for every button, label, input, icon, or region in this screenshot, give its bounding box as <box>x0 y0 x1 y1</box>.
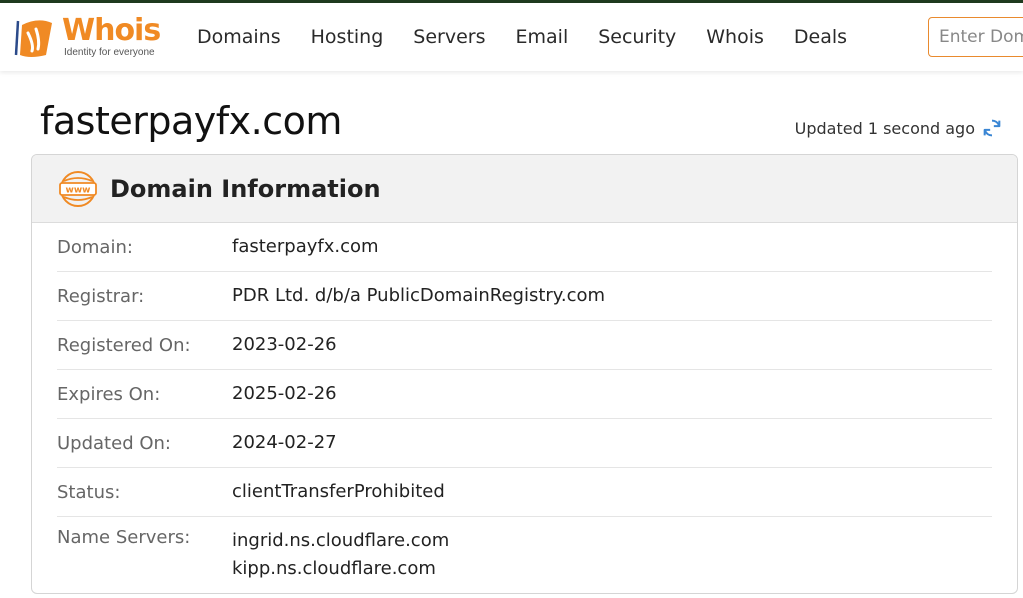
nav-item-deals[interactable]: Deals <box>794 26 847 48</box>
domain-search-input[interactable] <box>928 17 1023 57</box>
info-label: Registered On: <box>57 334 191 356</box>
logo-tagline: Identity for everyone <box>64 47 155 58</box>
page-title: fasterpayfx.com <box>40 99 342 143</box>
nav-item-domains[interactable]: Domains <box>197 26 281 48</box>
info-label: Updated On: <box>57 432 171 454</box>
main-nav: Domains Hosting Servers Email Security Whois D… <box>197 3 877 71</box>
www-globe-icon: www <box>59 170 97 207</box>
refresh-icon[interactable] <box>981 117 1003 139</box>
info-label: Status: <box>57 481 121 503</box>
info-value: PDR Ltd. d/b/a PublicDomainRegistry.com <box>232 285 606 306</box>
info-row: Registered On: 2023-02-26 <box>57 321 992 370</box>
info-value: 2025-02-26 <box>232 383 337 404</box>
card-title: Domain Information <box>110 174 381 203</box>
logo-wordmark: Whois <box>62 13 161 48</box>
info-row: Expires On: 2025-02-26 <box>57 370 992 419</box>
nav-item-hosting[interactable]: Hosting <box>311 26 384 48</box>
info-value: clientTransferProhibited <box>232 481 445 502</box>
nav-item-email[interactable]: Email <box>516 26 569 48</box>
www-icon-text: www <box>66 185 91 195</box>
nav-item-servers[interactable]: Servers <box>413 26 485 48</box>
info-row: Updated On: 2024-02-27 <box>57 419 992 468</box>
info-row: Registrar: PDR Ltd. d/b/a PublicDomainReg… <box>57 272 992 321</box>
info-label: Domain: <box>57 236 133 258</box>
info-row: Status: clientTransferProhibited <box>57 468 992 517</box>
nav-item-security[interactable]: Security <box>598 26 676 48</box>
info-row: Domain: fasterpayfx.com <box>57 223 992 272</box>
name-server-value: kipp.ns.cloudflare.com <box>232 558 436 579</box>
site-header: Whois Identity for everyone Domains Hosti… <box>0 3 1023 71</box>
info-row: Name Servers: ingrid.ns.cloudflare.com kip… <box>57 517 992 583</box>
site-logo[interactable]: Whois Identity for everyone <box>12 13 172 61</box>
info-label: Expires On: <box>57 383 161 405</box>
info-value: 2023-02-26 <box>232 334 337 355</box>
name-server-value: ingrid.ns.cloudflare.com <box>232 530 450 551</box>
card-header: www Domain Information <box>32 155 1017 223</box>
info-value: 2024-02-27 <box>232 432 337 453</box>
info-value: ingrid.ns.cloudflare.com kipp.ns.cloudfla… <box>232 527 449 583</box>
info-value: fasterpayfx.com <box>232 236 379 257</box>
domain-info-card: www Domain Information Domain: fasterpayf… <box>31 154 1018 594</box>
info-rows: Domain: fasterpayfx.com Registrar: PDR Ltd.… <box>32 223 1017 583</box>
updated-status: Updated 1 second ago <box>795 117 1003 139</box>
nav-item-whois[interactable]: Whois <box>706 26 764 48</box>
info-label: Registrar: <box>57 285 145 307</box>
updated-text: Updated 1 second ago <box>794 118 975 138</box>
whois-logo-icon <box>14 20 52 57</box>
info-label: Name Servers: <box>57 527 191 548</box>
